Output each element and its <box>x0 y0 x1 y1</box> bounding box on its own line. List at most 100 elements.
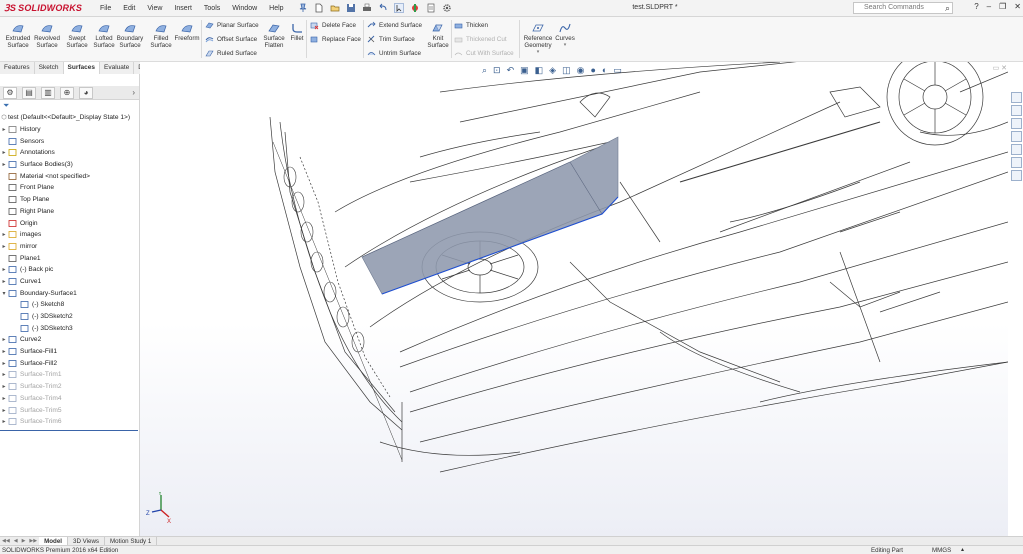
next-tab-icon[interactable]: ▶ <box>20 538 28 544</box>
tree-expand-toggle[interactable]: ▸ <box>0 278 8 285</box>
tree-item[interactable]: Material <not specified> <box>0 170 139 182</box>
tree-item[interactable]: ▸ Surface-Trim2 <box>0 381 139 393</box>
tree-expand-toggle[interactable]: ▸ <box>0 383 8 390</box>
tree-item[interactable]: ▸ Surface-Trim6 <box>0 416 139 428</box>
tree-item[interactable]: ▸ Curve2 <box>0 334 139 346</box>
search-icon[interactable]: ⌕ <box>945 3 950 13</box>
menu-insert[interactable]: Insert <box>168 5 198 12</box>
display-manager-tab-icon[interactable]: ◕ <box>79 86 93 99</box>
tab-sketch[interactable]: Sketch <box>35 62 64 74</box>
graphics-area[interactable] <box>140 62 1008 537</box>
tree-expand-toggle[interactable]: ▸ <box>0 418 8 425</box>
tree-item[interactable]: Front Plane <box>0 182 139 194</box>
tree-expand-toggle[interactable]: ▸ <box>0 161 8 168</box>
close-icon[interactable]: ✕ <box>1014 2 1021 11</box>
surface-flatten-button[interactable]: Surface Flatten <box>263 22 285 49</box>
last-tab-icon[interactable]: ▶▶ <box>27 538 39 544</box>
help-icon[interactable]: ? <box>974 2 978 11</box>
configuration-manager-tab-icon[interactable]: ▥ <box>41 86 55 99</box>
swept-surface-button[interactable]: Swept Surface <box>63 22 91 49</box>
curves-button[interactable]: Curves ▾ <box>555 22 575 49</box>
tree-item[interactable]: ▸ Surface Bodies(3) <box>0 159 139 171</box>
reference-geometry-button[interactable]: Reference Geometry ▾ <box>522 22 554 56</box>
tree-item[interactable]: ▸ Annotations <box>0 147 139 159</box>
menu-edit[interactable]: Edit <box>117 5 141 12</box>
tree-item[interactable]: (-) Sketch8 <box>0 299 139 311</box>
open-icon[interactable] <box>330 3 340 13</box>
tree-item[interactable]: ▾ Boundary-Surface1 <box>0 287 139 299</box>
zoom-to-area-icon[interactable]: ⊡ <box>493 65 501 76</box>
tree-expand-toggle[interactable]: ▸ <box>0 371 8 378</box>
apply-scene-icon[interactable]: ◐ <box>602 65 607 75</box>
tree-root[interactable]: ⬡ test (Default<<Default>_Display State … <box>0 112 139 124</box>
tree-item[interactable]: Right Plane <box>0 206 139 218</box>
tree-item[interactable]: ▸ Surface-Fill1 <box>0 346 139 358</box>
tree-expand-toggle[interactable]: ▸ <box>0 395 8 402</box>
hide-show-items-icon[interactable]: ◉ <box>577 65 585 76</box>
dimxpert-manager-tab-icon[interactable]: ⊕ <box>60 86 74 99</box>
tree-expand-toggle[interactable]: ▸ <box>0 407 8 414</box>
tree-expand-toggle[interactable]: ▸ <box>0 266 8 273</box>
solidworks-resources-icon[interactable] <box>1010 92 1022 103</box>
property-manager-tab-icon[interactable]: ▤ <box>22 86 36 99</box>
custom-properties-icon[interactable] <box>1010 157 1022 168</box>
extend-surface-button[interactable]: Extend Surface <box>367 21 422 30</box>
tree-item[interactable]: ▸ Surface-Fill2 <box>0 357 139 369</box>
zoom-to-fit-icon[interactable]: ⌕ <box>482 65 487 76</box>
undo-icon[interactable] <box>378 3 388 13</box>
dynamic-annotation-icon[interactable]: ◧ <box>535 65 544 76</box>
tree-item[interactable]: Origin <box>0 217 139 229</box>
search-commands-input[interactable]: Search Commands ⌕ <box>853 2 953 14</box>
tree-expand-toggle[interactable]: ▸ <box>0 149 8 156</box>
tree-item[interactable]: (-) 3DSketch2 <box>0 311 139 323</box>
offset-surface-button[interactable]: Offset Surface <box>205 35 257 44</box>
view-settings-icon[interactable]: ▭ <box>613 65 622 76</box>
replace-face-button[interactable]: Replace Face <box>310 35 361 44</box>
file-explorer-icon[interactable] <box>1010 118 1022 129</box>
rebuild-icon[interactable] <box>410 3 420 13</box>
view-palette-icon[interactable] <box>1010 131 1022 142</box>
reference-geometry-dropdown-icon[interactable]: ▾ <box>522 49 554 56</box>
prev-tab-icon[interactable]: ◀ <box>12 538 20 544</box>
section-view-icon[interactable]: ▣ <box>520 65 529 76</box>
graphics-window-controls[interactable]: ▭ ✕ <box>993 64 1007 72</box>
thicken-button[interactable]: Thicken <box>454 21 488 30</box>
solidworks-logo[interactable]: 𝟥S SOLIDWORKS <box>0 3 82 14</box>
tab-evaluate[interactable]: Evaluate <box>100 62 135 74</box>
fillet-button[interactable]: Fillet <box>289 22 305 42</box>
tree-expand-toggle[interactable]: ▸ <box>0 243 8 250</box>
untrim-surface-button[interactable]: Untrim Surface <box>367 49 421 58</box>
tree-expand-toggle[interactable]: ▸ <box>0 348 8 355</box>
cut-with-surface-button[interactable]: Cut With Surface <box>454 49 514 58</box>
unit-system-selector[interactable]: MMGS <box>932 546 951 554</box>
extruded-surface-button[interactable]: Extruded Surface <box>4 22 32 49</box>
design-library-icon[interactable] <box>1010 105 1022 116</box>
tree-expand-toggle[interactable]: ▸ <box>0 126 8 133</box>
menu-view[interactable]: View <box>141 5 168 12</box>
tree-item[interactable]: ▸ History <box>0 124 139 136</box>
tab-surfaces[interactable]: Surfaces <box>63 62 100 74</box>
tree-item[interactable]: ▸ Surface-Trim5 <box>0 404 139 416</box>
freeform-button[interactable]: Freeform <box>173 22 201 42</box>
tree-expand-toggle[interactable]: ▸ <box>0 231 8 238</box>
feature-manager-tab-icon[interactable]: ⚙ <box>3 86 17 99</box>
minimize-icon[interactable]: – <box>987 2 991 11</box>
rollback-bar[interactable] <box>0 429 138 431</box>
tree-item[interactable]: ▸ mirror <box>0 241 139 253</box>
ruled-surface-button[interactable]: Ruled Surface <box>205 49 257 58</box>
tree-expand-toggle[interactable]: ▸ <box>0 360 8 367</box>
print-icon[interactable] <box>362 3 372 13</box>
tree-item[interactable]: ▸ Surface-Trim4 <box>0 393 139 405</box>
expand-panel-chevron-icon[interactable]: › <box>132 88 135 97</box>
pin-icon[interactable] <box>298 3 308 13</box>
edit-appearance-icon[interactable]: ● <box>590 65 595 75</box>
tree-item[interactable]: (-) 3DSketch3 <box>0 322 139 334</box>
trim-surface-button[interactable]: Trim Surface <box>367 35 415 44</box>
menu-file[interactable]: File <box>94 5 117 12</box>
tree-item[interactable]: Top Plane <box>0 194 139 206</box>
filled-surface-button[interactable]: Filled Surface <box>147 22 175 49</box>
tree-item[interactable]: ▸ Surface-Trim1 <box>0 369 139 381</box>
tree-item[interactable]: ▸ Curve1 <box>0 276 139 288</box>
tree-item[interactable]: ▸ images <box>0 229 139 241</box>
delete-face-button[interactable]: Delete Face <box>310 21 356 30</box>
